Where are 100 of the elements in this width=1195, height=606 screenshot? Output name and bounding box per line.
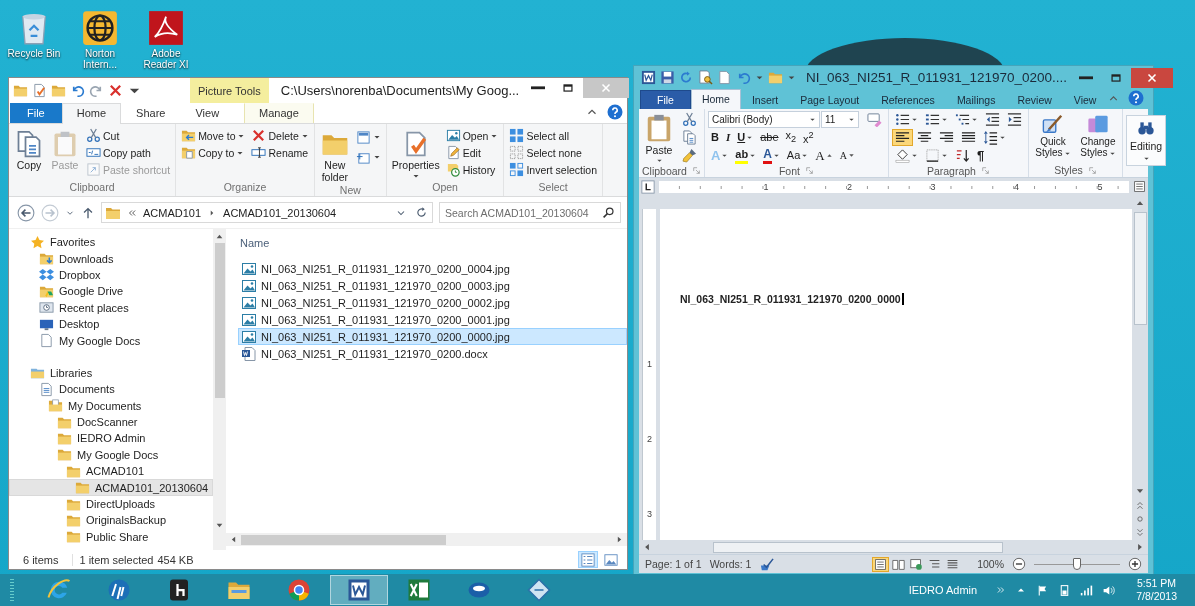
clock-time[interactable]: 5:51 PM <box>1137 577 1177 590</box>
column-header[interactable]: Name <box>226 237 286 259</box>
font-size-combobox[interactable]: 11 <box>820 111 859 128</box>
file-item[interactable]: NI_063_NI251_R_011931_121970_0200_0000.jpg <box>238 328 627 345</box>
styles-button[interactable]: Quick Styles <box>1031 111 1074 163</box>
format-button[interactable]: B <box>707 129 722 146</box>
ribbon-tab[interactable]: Insert <box>740 90 790 109</box>
ruler-number: 2 <box>647 434 652 445</box>
ribbon-button[interactable]: Copy path <box>84 144 173 161</box>
group-label: Font <box>778 164 800 177</box>
ribbon-button[interactable]: Properties <box>389 127 442 181</box>
ribbon-tab[interactable]: Home <box>61 103 122 124</box>
ribbon-tab[interactable]: File <box>640 90 691 109</box>
group-label: Open <box>431 181 459 195</box>
selection-info: 1 item selected <box>72 553 154 566</box>
tree-item[interactable]: Downloads <box>9 250 213 267</box>
tree-item[interactable]: Desktop <box>9 315 213 333</box>
clock-date[interactable]: 7/8/2013 <box>1136 590 1177 603</box>
window-title: NI_063_NI251_R_011931_121970_0200.... <box>805 70 1067 85</box>
ribbon-button[interactable]: Edit <box>443 144 501 161</box>
styles-button[interactable]: Change Styles <box>1076 111 1119 163</box>
word-count[interactable]: Words: 1 <box>709 558 752 570</box>
ribbon-button[interactable]: Select all <box>507 127 599 144</box>
ruler-number: 3 <box>929 180 936 193</box>
toolbar-label[interactable]: IEDRO Admin <box>908 584 978 596</box>
format-button[interactable]: ab <box>732 147 760 164</box>
group-label: Styles <box>1054 164 1083 176</box>
contextual-tab-label: Picture Tools <box>190 78 269 103</box>
ribbon-button[interactable]: Delete <box>249 127 311 144</box>
format-button[interactable]: A <box>812 147 836 164</box>
format-button[interactable]: x$^{2}$ <box>800 129 817 146</box>
tree-item[interactable]: Libraries <box>9 364 213 382</box>
ribbon-tab[interactable]: View <box>180 103 235 123</box>
font-name-combobox[interactable]: Calibri (Body) <box>707 111 820 128</box>
tree-item[interactable]: DirectUploads <box>9 495 213 513</box>
format-button[interactable]: A <box>836 147 858 164</box>
ribbon-tab[interactable]: Mailings <box>945 90 1007 109</box>
ribbon-tab[interactable]: Share <box>121 103 181 123</box>
ruler-number: 2 <box>846 180 852 193</box>
ribbon-tab[interactable]: View <box>1062 90 1108 109</box>
tree-item[interactable]: ACMAD101 <box>9 463 213 480</box>
item-count: 6 items <box>23 553 59 566</box>
ribbon-button[interactable]: Cut <box>84 127 173 144</box>
breadcrumb-item[interactable]: ACMAD101 <box>143 206 202 219</box>
ribbon-button[interactable]: New folder <box>317 127 352 184</box>
ribbon-button[interactable]: Select none <box>507 144 599 161</box>
ribbon-tab[interactable]: Home <box>690 89 741 109</box>
editing-button[interactable]: Editing <box>1125 115 1167 166</box>
ruler-number: 4 <box>1013 180 1019 193</box>
ribbon-button[interactable]: Invert selection <box>507 161 599 178</box>
file-item[interactable]: NI_063_NI251_R_011931_121970_0200_0003.jpg <box>238 277 627 294</box>
group-label: Organize <box>222 181 268 195</box>
ribbon-button[interactable]: Rename <box>249 144 311 161</box>
group-label: Clipboard <box>68 181 116 195</box>
ribbon-tab[interactable]: File <box>10 103 62 123</box>
address-bar[interactable]: ACMAD101 ACMAD101_20130604 <box>101 202 433 223</box>
ribbon-tab[interactable]: References <box>870 90 946 109</box>
selection-size: 454 KB <box>157 553 194 566</box>
zoom-level[interactable]: 100% <box>977 558 1004 570</box>
ruler-number: 1 <box>647 359 652 370</box>
ribbon-button[interactable]: History <box>443 161 501 178</box>
page-count[interactable]: Page: 1 of 1 <box>645 558 702 570</box>
tree-item[interactable]: DocScanner <box>9 413 213 431</box>
paste-button[interactable]: Paste <box>642 111 676 164</box>
format-button[interactable]: Aa <box>783 147 812 164</box>
ribbon-button[interactable]: Move to <box>179 127 248 144</box>
tree-item[interactable]: My Google Docs <box>9 446 213 464</box>
format-button[interactable]: x$_{2}$ <box>782 129 800 146</box>
file-item[interactable]: NI_063_NI251_R_011931_121970_0200.docx <box>238 345 627 362</box>
search-field[interactable]: Search ACMAD101_20130604 <box>439 202 621 223</box>
tree-item[interactable]: ACMAD101_20130604 <box>9 479 213 496</box>
file-item[interactable]: NI_063_NI251_R_011931_121970_0200_0001.jpg <box>238 311 627 328</box>
format-button[interactable]: U <box>734 129 757 146</box>
ruler-number: 5 <box>1096 180 1103 193</box>
tree-item[interactable]: IEDRO Admin <box>9 430 213 447</box>
tree-item[interactable]: Documents <box>9 381 213 398</box>
tree-item[interactable]: Favorites <box>9 234 213 251</box>
tree-item[interactable]: Recent places <box>9 299 213 316</box>
format-button[interactable]: A <box>760 147 783 164</box>
document-text: NI_063_NI251_R_011931_121970_0200_0000 <box>680 293 904 305</box>
ribbon-tab[interactable]: Manage <box>244 103 314 123</box>
ribbon-tab[interactable]: Page Layout <box>789 90 871 109</box>
tree-item[interactable]: Google Drive <box>9 283 213 300</box>
tree-item[interactable]: Public Share <box>9 528 213 546</box>
file-item[interactable]: NI_063_NI251_R_011931_121970_0200_0002.jpg <box>238 294 627 311</box>
ribbon-button[interactable]: Open <box>443 127 501 144</box>
group-label: Select <box>537 181 569 195</box>
format-button[interactable]: abe <box>757 129 782 146</box>
ribbon-button[interactable]: Copy to <box>179 144 248 161</box>
tree-item[interactable]: My Documents <box>9 397 213 414</box>
tree-item[interactable]: Dropbox <box>9 266 213 284</box>
breadcrumb-item[interactable]: ACMAD101_20130604 <box>223 206 337 219</box>
ribbon-button[interactable]: Copy <box>12 127 46 172</box>
file-item[interactable]: NI_063_NI251_R_011931_121970_0200_0004.jpg <box>238 260 627 277</box>
ribbon-tab[interactable]: Review <box>1006 90 1063 109</box>
show-marks-button[interactable]: ¶ <box>973 147 988 164</box>
ruler-number: 3 <box>647 509 652 520</box>
tree-item[interactable]: OriginalsBackup <box>9 512 213 529</box>
tree-item[interactable]: My Google Docs <box>9 332 213 349</box>
format-button[interactable]: I <box>722 129 734 146</box>
